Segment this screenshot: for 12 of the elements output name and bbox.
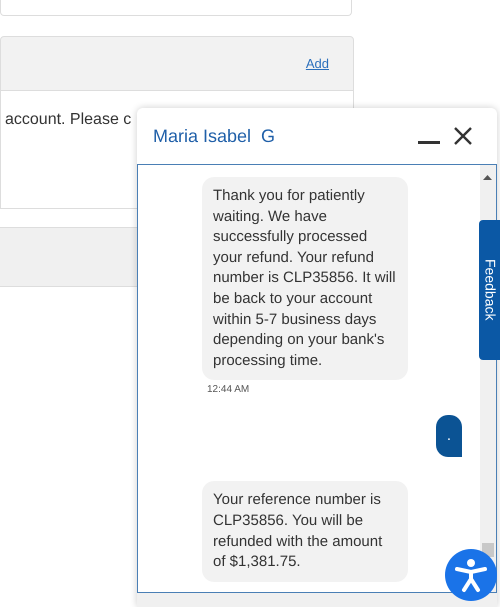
message-bubble: Thank you for patiently waiting. We have successfully processed your refund. Your refund number is CLP35856. It will be back to your account within 5-7 business days depending on your bank's processing time.: [202, 177, 408, 380]
message-bubble: .: [436, 415, 462, 458]
agent-name: Maria Isabel G: [153, 126, 276, 146]
add-link[interactable]: Add: [306, 56, 329, 71]
person-icon: [453, 557, 489, 593]
message-time: 12:44 AM: [206, 384, 250, 396]
minimize-icon[interactable]: [418, 141, 440, 145]
feedback-tab[interactable]: Feedback: [479, 220, 500, 360]
close-icon[interactable]: [454, 127, 472, 145]
notice-text: account. Please c: [5, 111, 132, 128]
scroll-up-icon[interactable]: [483, 175, 492, 180]
message-bubble: Your reference number is CLP35856. You will be refunded with the amount of $1,381.75.: [202, 481, 408, 582]
